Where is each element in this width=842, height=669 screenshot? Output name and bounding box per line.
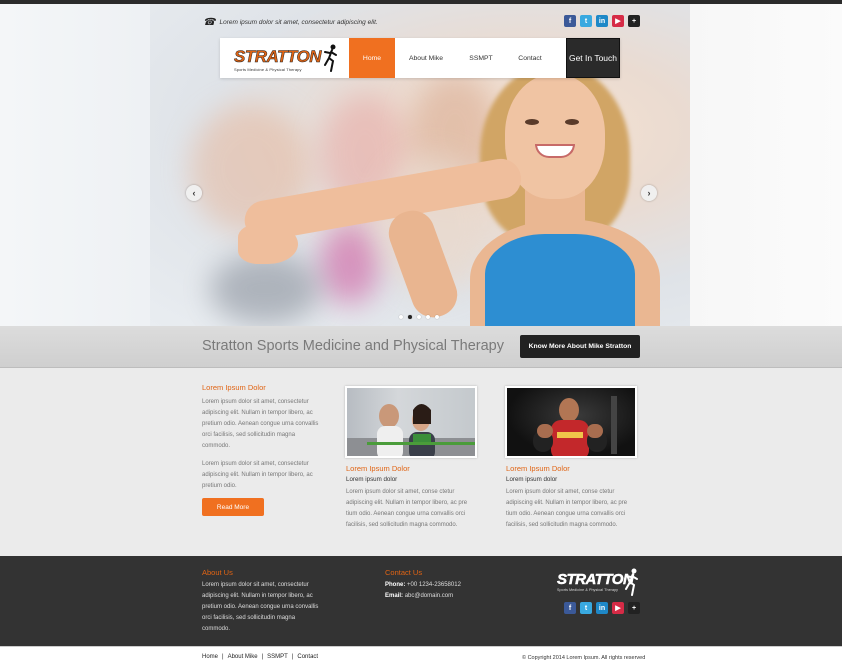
hero-slider: ☎ Lorem ipsum dolor sit amet, consectetu… bbox=[0, 4, 842, 326]
linkedin-icon[interactable]: in bbox=[596, 15, 608, 27]
main-navbar: STRATTON Sports Medicine & Physical Ther… bbox=[220, 38, 620, 78]
phone-icon: ☎ bbox=[203, 17, 216, 28]
slider-dot[interactable] bbox=[435, 315, 439, 319]
footer-contact-title: Contact Us bbox=[385, 568, 423, 577]
phone-value: +00 1234-23658012 bbox=[407, 582, 461, 588]
tagline-band: Stratton Sports Medicine and Physical Th… bbox=[0, 326, 842, 368]
col3-para: Lorem ipsum dolor sit amet, conse ctetur… bbox=[506, 489, 628, 528]
header-contact: ☎ Lorem ipsum dolor sit amet, consectetu… bbox=[203, 17, 378, 28]
linkedin-icon[interactable]: in bbox=[596, 602, 608, 614]
header-socials: f t in ▶ + bbox=[564, 15, 640, 27]
plus-icon[interactable]: + bbox=[628, 602, 640, 614]
slider-dots bbox=[399, 315, 439, 319]
footer-phone: Phone: +00 1234-23658012 bbox=[385, 580, 505, 591]
col1-para2: Lorem ipsum dolor sit amet, consectetur … bbox=[202, 461, 313, 489]
therapy-photo bbox=[345, 386, 477, 458]
slider-dot[interactable] bbox=[399, 315, 403, 319]
plus-icon[interactable]: + bbox=[628, 15, 640, 27]
footer-socials: f t in ▶ + bbox=[564, 602, 640, 614]
bottom-link-ssmpt[interactable]: SSMPT bbox=[267, 654, 288, 660]
logo-name: STRATTON bbox=[234, 47, 322, 67]
slider-prev-button[interactable]: ‹ bbox=[186, 185, 202, 201]
email-value[interactable]: abc@domain.com bbox=[405, 593, 453, 599]
bottom-separator: | bbox=[291, 654, 294, 660]
email-label: Email: bbox=[385, 593, 404, 599]
nav-contact[interactable]: Contact bbox=[510, 38, 550, 78]
slider-dot[interactable] bbox=[417, 315, 421, 319]
col1-title: Lorem Ipsum Dolor bbox=[202, 383, 266, 392]
col2-subtitle: Lorem ipsum dolor bbox=[346, 476, 398, 483]
nav-ssmpt[interactable]: SSMPT bbox=[460, 38, 502, 78]
get-in-touch-button[interactable]: Get In Touch bbox=[566, 38, 620, 78]
col2-title: Lorem Ipsum Dolor bbox=[346, 464, 410, 473]
bottom-link-about[interactable]: About Mike bbox=[228, 654, 258, 660]
footer-logo-tagline: Sports Medicine & Physical Therapy bbox=[557, 588, 619, 592]
footer-logo[interactable]: STRATTON Sports Medicine & Physical Ther… bbox=[557, 568, 641, 596]
youtube-icon[interactable]: ▶ bbox=[612, 15, 624, 27]
footer-about-title: About Us bbox=[202, 568, 233, 577]
bottom-separator: | bbox=[261, 654, 264, 660]
copyright-text: © Copyright 2014 Lorem Ipsum. All rights… bbox=[522, 655, 646, 661]
bottom-link-contact[interactable]: Contact bbox=[297, 654, 318, 660]
nav-home[interactable]: Home bbox=[349, 38, 395, 78]
stratton-logo[interactable]: STRATTON Sports Medicine & Physical Ther… bbox=[234, 44, 344, 74]
footer-about-text: Lorem ipsum dolor sit amet, consectetur … bbox=[202, 582, 319, 632]
footer-runner-icon bbox=[625, 568, 638, 596]
runner-icon bbox=[324, 44, 337, 72]
col2-para: Lorem ipsum dolor sit amet, conse ctetur… bbox=[346, 489, 468, 528]
facebook-icon[interactable]: f bbox=[564, 602, 576, 614]
footer-email: Email: abc@domain.com bbox=[385, 591, 505, 602]
band-title: Stratton Sports Medicine and Physical Th… bbox=[202, 338, 504, 354]
col1-para1: Lorem ipsum dolor sit amet, consectetur … bbox=[202, 399, 319, 449]
bottom-separator: | bbox=[222, 654, 224, 660]
footer: About Us Lorem ipsum dolor sit amet, con… bbox=[0, 556, 842, 646]
slider-dot[interactable] bbox=[426, 315, 430, 319]
header-contact-text: Lorem ipsum dolor sit amet, consectetur … bbox=[219, 19, 378, 26]
youtube-icon[interactable]: ▶ bbox=[612, 602, 624, 614]
bottom-bar: Home | About Mike | SSMPT | Contact © Co… bbox=[0, 646, 842, 669]
twitter-icon[interactable]: t bbox=[580, 602, 592, 614]
weightlifter-photo bbox=[505, 386, 637, 458]
twitter-icon[interactable]: t bbox=[580, 15, 592, 27]
phone-label: Phone: bbox=[385, 582, 406, 588]
col3-title: Lorem Ipsum Dolor bbox=[506, 464, 570, 473]
read-more-button[interactable]: Read More bbox=[202, 498, 264, 516]
slider-dot[interactable] bbox=[408, 315, 412, 319]
slider-next-button[interactable]: › bbox=[641, 185, 657, 201]
know-more-button[interactable]: Know More About Mike Stratton bbox=[520, 335, 640, 358]
col3-subtitle: Lorem ipsum dolor bbox=[506, 476, 558, 483]
logo-tagline: Sports Medicine & Physical Therapy bbox=[234, 67, 302, 72]
bottom-links: Home | About Mike | SSMPT | Contact bbox=[202, 654, 318, 660]
content-section: Lorem Ipsum Dolor Lorem ipsum dolor sit … bbox=[0, 368, 842, 556]
footer-logo-name: STRATTON bbox=[557, 571, 634, 589]
facebook-icon[interactable]: f bbox=[564, 15, 576, 27]
nav-about-mike[interactable]: About Mike bbox=[400, 38, 452, 78]
bottom-link-home[interactable]: Home bbox=[202, 654, 218, 660]
